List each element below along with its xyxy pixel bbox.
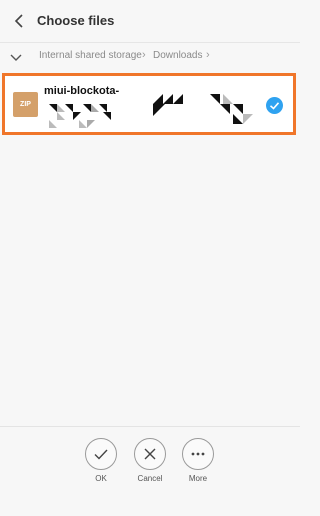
cancel-label: Cancel (137, 474, 163, 483)
check-circle-icon[interactable] (266, 97, 283, 114)
page-title: Choose files (37, 13, 115, 28)
more-label: More (188, 474, 208, 483)
back-arrow-icon[interactable] (10, 11, 30, 31)
redaction-overlay (49, 94, 253, 128)
more-button-circle[interactable] (182, 438, 214, 470)
ok-label: OK (95, 474, 107, 483)
chevron-down-icon[interactable] (8, 49, 24, 65)
file-list-item[interactable]: ZIP miui-blockota- (2, 73, 296, 135)
check-icon (94, 449, 108, 460)
chevron-right-icon: › (206, 49, 210, 61)
bottom-action-bar: OK Cancel More (0, 426, 300, 516)
breadcrumb-item-downloads[interactable]: Downloads (153, 50, 202, 61)
chevron-right-icon: › (142, 49, 146, 61)
breadcrumb-item-internal-storage[interactable]: Internal shared storage (39, 50, 142, 61)
breadcrumb: Internal shared storage › Downloads › (0, 43, 300, 71)
cancel-button[interactable]: Cancel (128, 438, 172, 483)
ok-button-circle[interactable] (85, 438, 117, 470)
ok-button[interactable]: OK (79, 438, 123, 483)
more-button[interactable]: More (176, 438, 220, 483)
close-icon (144, 448, 156, 460)
more-icon (191, 452, 205, 456)
header: Choose files (0, 0, 300, 42)
cancel-button-circle[interactable] (134, 438, 166, 470)
